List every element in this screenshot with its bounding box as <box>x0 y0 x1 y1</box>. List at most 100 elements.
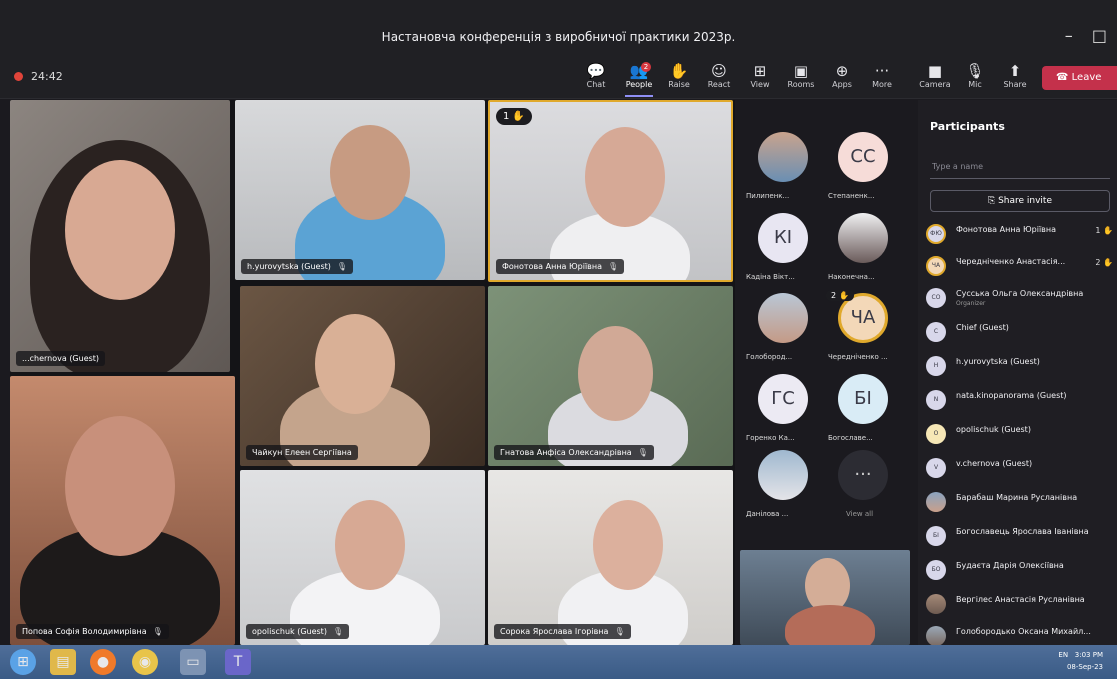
avatar[interactable] <box>758 450 808 500</box>
minimize-button[interactable]: – <box>1065 26 1073 45</box>
app-taskbar[interactable]: ▭ <box>180 649 206 675</box>
participant-row[interactable]: БО Будаєта Дарія Олексіївна <box>922 556 1117 584</box>
share-invite-button[interactable]: ⎘ Share invite <box>930 190 1110 212</box>
participant-name: Сорока Ярослава Ігорівна 🎙 <box>494 624 631 639</box>
avatar[interactable] <box>838 213 888 263</box>
participant-avatar <box>926 492 946 512</box>
participant-name: Гнатова Анфіса Олександрівна 🎙 <box>494 445 654 460</box>
avatar[interactable] <box>758 293 808 343</box>
raised-hand-icon: ✋ <box>512 111 525 122</box>
participant-name: Чайкун Елеен Сергіївна <box>246 445 358 460</box>
avatar[interactable]: СС <box>838 132 888 182</box>
avatar[interactable]: ГС <box>758 374 808 424</box>
maximize-button[interactable]: □ <box>1092 26 1107 45</box>
file-explorer-taskbar[interactable]: ▤ <box>50 649 76 675</box>
video-tile[interactable]: Чайкун Елеен Сергіївна <box>240 286 485 466</box>
more-icon: ··· <box>874 62 890 80</box>
participant-avatar <box>926 594 946 614</box>
participant-row[interactable]: Барабаш Марина Русланівна <box>922 488 1117 516</box>
participant-row[interactable]: СО Сусська Ольга Олександрівна Organizer <box>922 284 1117 312</box>
view-button[interactable]: ⊞ View <box>738 62 782 89</box>
react-button[interactable]: ☺ React <box>697 62 741 89</box>
participant-search-input[interactable]: Type a name <box>930 155 1110 179</box>
share-button[interactable]: ⬆ Share <box>993 62 1037 89</box>
chrome-taskbar[interactable]: ◉ <box>132 649 158 675</box>
view-icon: ⊞ <box>753 62 767 80</box>
video-tile[interactable]: opolischuk (Guest) 🎙 <box>240 470 485 645</box>
participant-avatar: СО <box>926 288 946 308</box>
participant-avatar: N <box>926 390 946 410</box>
firefox-icon: ● <box>96 654 110 670</box>
participant-row[interactable]: C Chief (Guest) <box>922 318 1117 346</box>
raise-hand-button[interactable]: ✋ Raise <box>657 62 701 89</box>
view-all-button[interactable]: ··· <box>838 450 888 500</box>
raised-hand-icon: ✋ <box>839 291 850 300</box>
avatar-name: Голобород... <box>746 353 793 361</box>
muted-mic-icon: 🎙 <box>152 627 163 636</box>
recording-timer: 24:42 <box>14 70 63 83</box>
apps-button[interactable]: ⊕ Apps <box>820 62 864 89</box>
people-button[interactable]: 👥 2 People <box>617 62 661 97</box>
video-tile[interactable]: Гнатова Анфіса Олександрівна 🎙 <box>488 286 733 466</box>
firefox-taskbar[interactable]: ● <box>90 649 116 675</box>
video-tile[interactable]: Попова Софія Володимирівна 🎙 <box>10 376 235 645</box>
avatar[interactable]: КІ <box>758 213 808 263</box>
people-badge: 2 <box>641 62 651 72</box>
participant-row[interactable]: V v.chernova (Guest) <box>922 454 1117 482</box>
avatar-name: Пилипенк... <box>746 192 790 200</box>
participant-avatar: H <box>926 356 946 376</box>
rooms-icon: ▣ <box>793 62 809 80</box>
participant-avatar-strip: Пилипенк... СС Степаненк... КІ Кадіна Ві… <box>738 100 913 645</box>
participant-row[interactable]: N nata.kinopanorama (Guest) <box>922 386 1117 414</box>
mic-button[interactable]: 🎙 Mic <box>953 62 997 89</box>
view-all-label: View all <box>846 510 874 518</box>
video-tile[interactable]: Сорока Ярослава Ігорівна 🎙 <box>488 470 733 645</box>
participant-row[interactable]: ФЮ Фонотова Анна Юріївна 1 ✋ <box>922 220 1117 248</box>
participant-avatar: БІ <box>926 526 946 546</box>
participant-row[interactable]: БІ Богославець Ярослава Іванівна <box>922 522 1117 550</box>
participant-row[interactable]: ЧА Чередніченко Анастасія... 2 ✋ <box>922 252 1117 280</box>
participant-avatar: O <box>926 424 946 444</box>
avatar-name: Данілова ... <box>746 510 789 518</box>
app-icon: ▭ <box>186 654 200 670</box>
share-icon: ⬆ <box>1008 62 1022 80</box>
participant-row[interactable]: H h.yurovytska (Guest) <box>922 352 1117 380</box>
folder-icon: ▤ <box>56 654 70 670</box>
video-stage: ...chernova (Guest) h.yurovytska (Guest)… <box>10 100 735 645</box>
chrome-icon: ◉ <box>138 654 152 670</box>
windows-taskbar: ⊞ ▤ ● ◉ ▭ T EN 3:03 PM 08-Sep-23 <box>0 645 1117 679</box>
participant-avatar: ФЮ <box>926 224 946 244</box>
participant-row[interactable]: O opolischuk (Guest) <box>922 420 1117 448</box>
participant-avatar: C <box>926 322 946 342</box>
recording-dot-icon <box>14 72 23 81</box>
chat-button[interactable]: 💬 Chat <box>574 62 618 89</box>
raised-hand-indicator: 1 ✋ <box>496 108 532 125</box>
muted-mic-icon: 🎙 <box>614 627 625 636</box>
avatar-name: Кадіна Вікт... <box>746 273 795 281</box>
react-icon: ☺ <box>711 62 727 80</box>
people-icon: 👥 <box>629 62 649 80</box>
avatar[interactable] <box>758 132 808 182</box>
meeting-toolbar: 24:42 💬 Chat 👥 2 People ✋ Raise ☺ React ⊞ View… <box>0 58 1117 99</box>
timer-text: 24:42 <box>31 70 63 83</box>
mic-icon: 🎙 <box>965 62 985 80</box>
leave-button[interactable]: ☎ Leave <box>1042 66 1117 90</box>
video-tile-speaking[interactable]: 1 ✋ Фонотова Анна Юріївна 🎙 <box>488 100 733 282</box>
participant-name: Фонотова Анна Юріївна 🎙 <box>496 259 625 274</box>
rooms-button[interactable]: ▣ Rooms <box>779 62 823 89</box>
camera-button[interactable]: ■ Camera <box>913 62 957 89</box>
teams-taskbar[interactable]: T <box>225 649 251 675</box>
start-button[interactable]: ⊞ <box>10 649 36 675</box>
muted-mic-icon: 🎙 <box>608 262 619 271</box>
video-tile[interactable]: h.yurovytska (Guest) 🎙 <box>235 100 485 280</box>
participant-row[interactable]: Вергілес Анастасія Русланівна <box>922 590 1117 618</box>
video-tile[interactable]: ...chernova (Guest) <box>10 100 230 372</box>
participant-avatar: V <box>926 458 946 478</box>
avatar-name: Наконечна... <box>828 273 875 281</box>
more-button[interactable]: ··· More <box>860 62 904 89</box>
video-tile-small[interactable] <box>740 550 910 645</box>
system-clock[interactable]: EN 3:03 PM 08-Sep-23 <box>1058 649 1103 673</box>
chat-icon: 💬 <box>586 62 606 80</box>
avatar[interactable]: БІ <box>838 374 888 424</box>
teams-icon: T <box>233 654 243 670</box>
